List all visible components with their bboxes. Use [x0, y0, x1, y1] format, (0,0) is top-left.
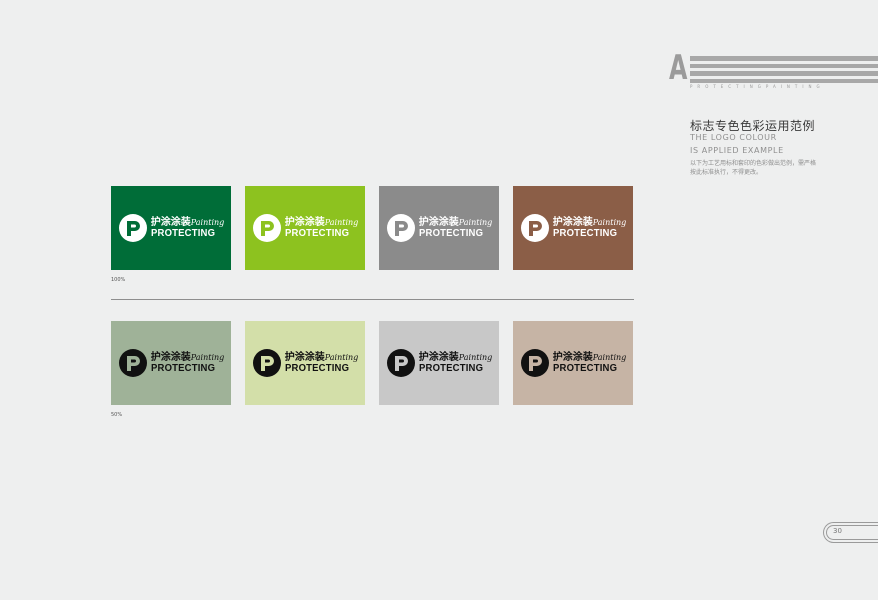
brand-logo: 护涂涂装Painting PROTECTING — [118, 348, 225, 378]
logo-script: Painting — [324, 218, 359, 227]
p-logo-icon — [520, 349, 549, 377]
page-description: 以下为工艺用标和套印的色彩做出范例，需严格按此标准执行，不得更改。 — [690, 160, 817, 176]
page-title: 标志专色色彩运用范例 — [690, 119, 816, 133]
tint-label: 50% — [111, 412, 123, 418]
logo-english: PROTECTING — [284, 363, 349, 374]
page-title-en-line2: IS APPLIED EXAMPLE — [690, 146, 784, 155]
brand-logo: 护涂涂装Painting PROTECTING — [252, 213, 359, 243]
logo-cn-text: 护涂涂装 — [418, 217, 459, 228]
logo-english: PROTECTING — [552, 228, 617, 239]
logo-cn-text: 护涂涂装 — [552, 217, 593, 228]
header-stripe — [690, 71, 878, 76]
logo-english: PROTECTING — [552, 363, 617, 374]
logo-script: Painting — [458, 353, 493, 362]
page-title-en-line1: THE LOGO COLOUR — [690, 133, 777, 142]
page-number: 30 — [833, 527, 842, 535]
p-logo-icon — [386, 349, 415, 377]
swatch-dark-green-tint: 护涂涂装Painting PROTECTING — [111, 321, 231, 405]
swatch-dark-green: 护涂涂装Painting PROTECTING — [111, 186, 231, 270]
section-code: PROTECTINGPAINTING — [690, 84, 825, 89]
section-letter: A — [669, 48, 688, 88]
swatch-brown-tint: 护涂涂装Painting PROTECTING — [513, 321, 633, 405]
logo-script: Painting — [190, 218, 225, 227]
brand-logo: 护涂涂装Painting PROTECTING — [520, 348, 627, 378]
logo-chinese: 护涂涂装Painting — [553, 217, 627, 228]
logo-english: PROTECTING — [418, 228, 483, 239]
logo-cn-text: 护涂涂装 — [552, 352, 593, 363]
tint-label: 100% — [111, 277, 126, 283]
logo-english: PROTECTING — [150, 228, 215, 239]
logo-cn-text: 护涂涂装 — [418, 352, 459, 363]
logo-script: Painting — [458, 218, 493, 227]
brand-logo: 护涂涂装Painting PROTECTING — [118, 213, 225, 243]
p-logo-icon — [386, 214, 415, 242]
logo-chinese: 护涂涂装Painting — [285, 352, 359, 363]
logo-chinese: 护涂涂装Painting — [553, 352, 627, 363]
logo-english: PROTECTING — [418, 363, 483, 374]
logo-cn-text: 护涂涂装 — [284, 217, 325, 228]
logo-chinese: 护涂涂装Painting — [419, 352, 493, 363]
p-logo-icon — [252, 349, 281, 377]
logo-cn-text: 护涂涂装 — [150, 217, 191, 228]
p-logo-icon — [118, 349, 147, 377]
header-stripe — [690, 64, 878, 68]
logo-script: Painting — [592, 218, 627, 227]
logo-script: Painting — [190, 353, 225, 362]
header-stripe — [690, 56, 878, 61]
logo-script: Painting — [592, 353, 627, 362]
logo-chinese: 护涂涂装Painting — [151, 217, 225, 228]
p-logo-icon — [118, 214, 147, 242]
brand-logo: 护涂涂装Painting PROTECTING — [386, 213, 493, 243]
swatch-lime-green-tint: 护涂涂装Painting PROTECTING — [245, 321, 365, 405]
logo-script: Painting — [324, 353, 359, 362]
logo-english: PROTECTING — [284, 228, 349, 239]
logo-chinese: 护涂涂装Painting — [285, 217, 359, 228]
p-logo-icon — [520, 214, 549, 242]
logo-cn-text: 护涂涂装 — [284, 352, 325, 363]
p-logo-icon — [252, 214, 281, 242]
logo-chinese: 护涂涂装Painting — [151, 352, 225, 363]
logo-english: PROTECTING — [150, 363, 215, 374]
logo-cn-text: 护涂涂装 — [150, 352, 191, 363]
swatch-grey: 护涂涂装Painting PROTECTING — [379, 186, 499, 270]
swatch-grey-tint: 护涂涂装Painting PROTECTING — [379, 321, 499, 405]
swatch-brown: 护涂涂装Painting PROTECTING — [513, 186, 633, 270]
logo-chinese: 护涂涂装Painting — [419, 217, 493, 228]
swatch-lime-green: 护涂涂装Painting PROTECTING — [245, 186, 365, 270]
row-divider — [111, 299, 634, 300]
brand-logo: 护涂涂装Painting PROTECTING — [386, 348, 493, 378]
brand-logo: 护涂涂装Painting PROTECTING — [520, 213, 627, 243]
brand-logo: 护涂涂装Painting PROTECTING — [252, 348, 359, 378]
header-stripe — [690, 79, 878, 83]
